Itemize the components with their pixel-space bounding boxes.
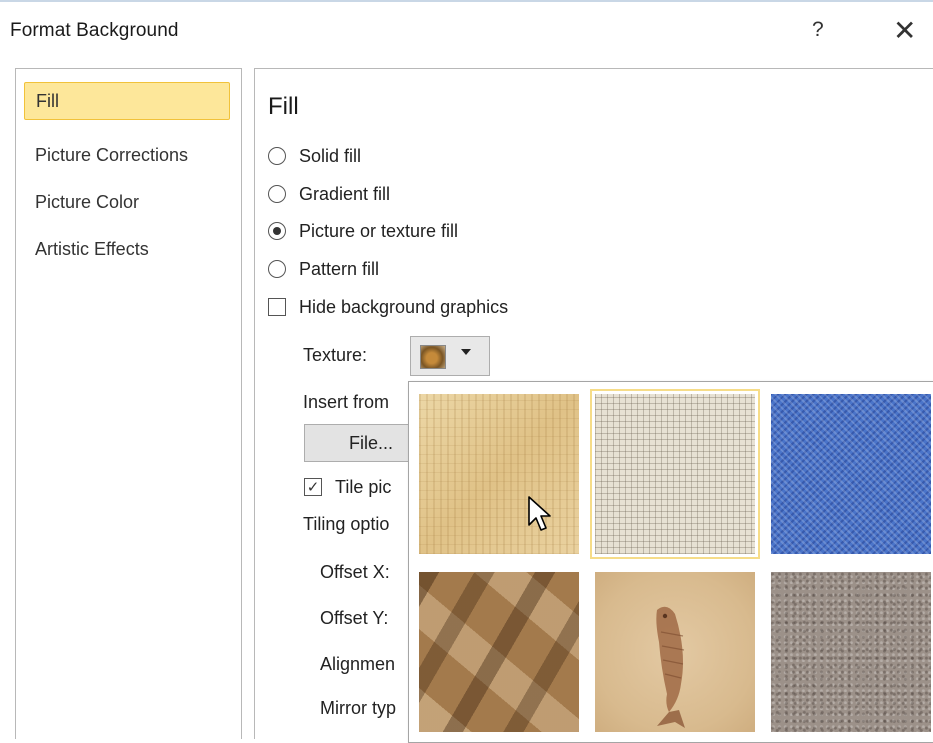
hide-background-graphics-checkbox[interactable]: Hide background graphics bbox=[268, 294, 508, 320]
radio-dot bbox=[273, 227, 281, 235]
tile-picture-label: Tile pic bbox=[335, 476, 392, 497]
texture-label: Texture: bbox=[303, 345, 368, 365]
mouse-pointer-icon bbox=[528, 496, 551, 531]
texture-tile-denim[interactable] bbox=[771, 394, 931, 554]
solid-fill-radio[interactable]: Solid fill bbox=[268, 143, 361, 169]
sidebar-item-picture-color[interactable]: Picture Color bbox=[24, 183, 230, 221]
radio-circle[interactable] bbox=[268, 260, 286, 278]
texture-tile-papyrus[interactable] bbox=[419, 394, 579, 554]
dialog-title: Format Background bbox=[10, 20, 179, 41]
checkbox-box[interactable] bbox=[268, 298, 286, 316]
close-button[interactable]: ✕ bbox=[893, 14, 916, 47]
tile-picture-checkbox[interactable]: ✓ Tile pic bbox=[304, 474, 391, 500]
offset-x-label: Offset X: bbox=[320, 562, 390, 582]
tiling-options-label: Tiling optio bbox=[303, 514, 390, 534]
section-title: Fill bbox=[268, 93, 299, 120]
picture-texture-fill-label: Picture or texture fill bbox=[299, 220, 459, 241]
hide-background-graphics-label: Hide background graphics bbox=[299, 296, 509, 317]
sidebar-item-picture-corrections[interactable]: Picture Corrections bbox=[24, 136, 230, 174]
gradient-fill-radio[interactable]: Gradient fill bbox=[268, 181, 390, 207]
checkbox-checked[interactable]: ✓ bbox=[304, 478, 322, 496]
sidebar-item-fill[interactable]: Fill bbox=[24, 82, 230, 120]
gradient-fill-label: Gradient fill bbox=[299, 183, 391, 204]
title-bar-accent bbox=[0, 0, 933, 2]
file-button[interactable]: File... bbox=[304, 424, 424, 462]
texture-tile-fish-fossil[interactable] bbox=[595, 572, 755, 732]
texture-gallery bbox=[408, 381, 933, 743]
texture-swatch-icon bbox=[420, 345, 446, 369]
pattern-fill-radio[interactable]: Pattern fill bbox=[268, 256, 379, 282]
pattern-fill-label: Pattern fill bbox=[299, 258, 380, 279]
insert-from-label: Insert from bbox=[303, 392, 390, 412]
radio-circle[interactable] bbox=[268, 185, 286, 203]
sidebar-item-artistic-effects[interactable]: Artistic Effects bbox=[24, 230, 230, 268]
dropdown-arrow-icon bbox=[461, 349, 471, 355]
texture-tile-granite[interactable] bbox=[771, 572, 931, 732]
mirror-type-label: Mirror typ bbox=[320, 698, 396, 718]
texture-tile-paper-bag[interactable] bbox=[419, 572, 579, 732]
alignment-label: Alignmen bbox=[320, 654, 396, 674]
radio-circle-selected[interactable] bbox=[268, 222, 286, 240]
help-button[interactable]: ? bbox=[812, 18, 824, 42]
picture-texture-fill-radio[interactable]: Picture or texture fill bbox=[268, 218, 458, 244]
texture-dropdown-button[interactable] bbox=[410, 336, 490, 376]
solid-fill-label: Solid fill bbox=[299, 145, 362, 166]
sidebar-nav: Fill Picture Corrections Picture Color A… bbox=[15, 68, 242, 739]
fish-fossil-image bbox=[656, 606, 685, 728]
radio-circle[interactable] bbox=[268, 147, 286, 165]
texture-tile-canvas[interactable] bbox=[590, 389, 760, 559]
offset-y-label: Offset Y: bbox=[320, 608, 389, 628]
